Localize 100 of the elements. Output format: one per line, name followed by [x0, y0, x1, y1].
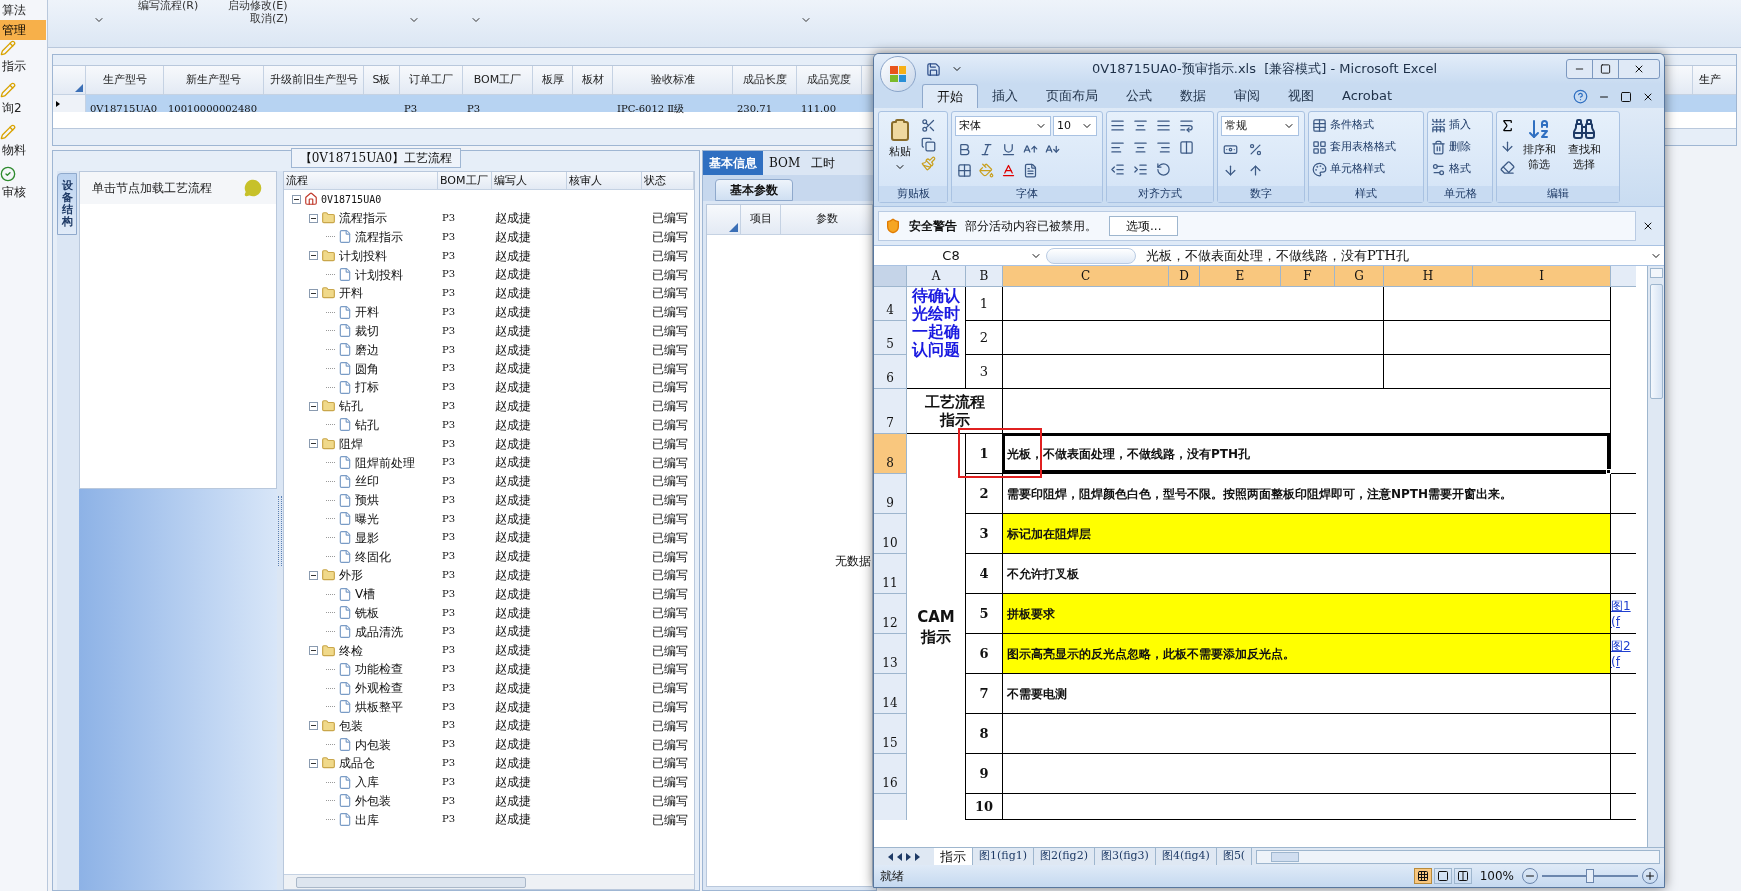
- table-cell: 赵成捷: [495, 530, 531, 545]
- table-cell: P3: [442, 343, 456, 355]
- table-cell: 赵成捷: [495, 361, 531, 376]
- table-cell-text: 已编写: [652, 623, 688, 641]
- table-cell: P3: [442, 644, 456, 656]
- table-cell: 赵成捷: [495, 586, 531, 601]
- empty-message: 无数据: [835, 552, 871, 570]
- table-cell: P3: [442, 587, 456, 599]
- table-cell: 赵成捷: [495, 210, 531, 225]
- group-label: 对齐方式: [1107, 186, 1213, 202]
- table-cell: P3: [442, 249, 456, 261]
- table-cell: 111.00: [801, 103, 836, 114]
- table-cell: 赵成捷: [495, 511, 531, 526]
- table-cell: P3: [442, 569, 456, 581]
- table-cell: 赵成捷: [495, 323, 531, 338]
- table-cell: P3: [404, 103, 418, 114]
- table-cell: P3: [467, 103, 481, 114]
- table-cell-text: 已编写: [652, 698, 688, 716]
- table-cell: 1: [966, 287, 1003, 321]
- table-cell-text: 已编写: [652, 416, 688, 434]
- group-label: 剪贴板: [879, 186, 947, 202]
- warning-title: 安全警告: [909, 218, 957, 235]
- table-cell: 赵成捷: [495, 229, 531, 244]
- table-cell: P3: [442, 700, 456, 712]
- table-cell-text: 已编写: [652, 604, 688, 622]
- table-cell: 赵成捷: [495, 605, 531, 620]
- table-cell: 赵成捷: [495, 248, 531, 263]
- table-cell-text: 已编写: [652, 266, 688, 284]
- table-cell: IPC-6012 Ⅱ级: [617, 103, 685, 114]
- table-cell: P3: [442, 230, 456, 242]
- table-cell-text: 已编写: [652, 792, 688, 810]
- table-cell: P3: [442, 757, 456, 769]
- table-cell: P3: [442, 437, 456, 449]
- table-cell: 赵成捷: [495, 286, 531, 301]
- group-label: 编辑: [1497, 186, 1619, 202]
- table-cell-text: 已编写: [652, 492, 688, 510]
- group-label: 数字: [1218, 186, 1304, 202]
- table-cell-text: 已编写: [652, 304, 688, 322]
- table-cell: 230.71: [737, 103, 772, 114]
- table-cell: P3: [442, 531, 456, 543]
- table-cell: 赵成捷: [495, 756, 531, 771]
- table-cell-text: 已编写: [652, 717, 688, 735]
- table-cell-text: 已编写: [652, 548, 688, 566]
- table-cell-text: 已编写: [652, 529, 688, 547]
- table-cell: P3: [442, 399, 456, 411]
- window-title: 0V18715UA0-预审指示.xls [兼容模式] - Microsoft Excel: [1090, 60, 1439, 79]
- table-cell-text: 已编写: [652, 661, 688, 679]
- status-text: 就绪: [880, 868, 905, 885]
- table-cell-text: 已编写: [652, 567, 688, 585]
- table-cell: 赵成捷: [495, 662, 531, 677]
- table-cell: P3: [442, 512, 456, 524]
- table-cell: 赵成捷: [495, 737, 531, 752]
- table-cell: 赵成捷: [495, 267, 531, 282]
- table-cell: 赵成捷: [495, 304, 531, 319]
- table-cell-text: 已编写: [652, 322, 688, 340]
- section-label: 待确认光绘时一起确认问题: [907, 287, 966, 389]
- table-cell: 赵成捷: [495, 812, 531, 827]
- table-cell-text: 已编写: [652, 811, 688, 829]
- table-cell: P3: [442, 305, 456, 317]
- table-cell: 赵成捷: [495, 774, 531, 789]
- table-cell-text: 已编写: [652, 247, 688, 265]
- table-cell: 赵成捷: [495, 492, 531, 507]
- table-cell: 赵成捷: [495, 380, 531, 395]
- table-cell: P3: [442, 813, 456, 825]
- table-cell: P3: [442, 211, 456, 223]
- panel-title: 【0V18715UA0】工艺流程: [290, 148, 462, 168]
- table-cell-text: 已编写: [652, 360, 688, 378]
- table-cell: P3: [442, 550, 456, 562]
- table-cell: P3: [442, 418, 456, 430]
- table-cell: P3: [442, 324, 456, 336]
- warning-message: 部分活动内容已被禁用。: [965, 218, 1097, 235]
- table-cell-text: 已编写: [652, 774, 688, 792]
- table-cell: 1: [966, 434, 1003, 474]
- table-cell: 赵成捷: [495, 436, 531, 451]
- table-cell-text: 已编写: [652, 285, 688, 303]
- table-cell: 赵成捷: [495, 718, 531, 733]
- table-cell: P3: [442, 268, 456, 280]
- table-cell: P3: [442, 775, 456, 787]
- table-cell: 10010000002480: [168, 103, 258, 114]
- section-label: CAM指示: [907, 434, 966, 820]
- table-cell: P3: [442, 456, 456, 468]
- table-cell: 赵成捷: [495, 549, 531, 564]
- table-cell: 0V18715UA0: [90, 103, 158, 114]
- table-cell: 赵成捷: [495, 398, 531, 413]
- zoom-level: 100%: [1479, 868, 1514, 885]
- table-cell-text: 已编写: [652, 341, 688, 359]
- table-cell: P3: [442, 362, 456, 374]
- table-cell-text: 已编写: [652, 510, 688, 528]
- table-cell: P3: [442, 287, 456, 299]
- table-cell-text: 已编写: [652, 642, 688, 660]
- table-cell-text: 已编写: [652, 229, 688, 246]
- table-cell: 赵成捷: [495, 455, 531, 470]
- table-cell: P3: [442, 606, 456, 618]
- table-cell: 赵成捷: [495, 568, 531, 583]
- group-label: 单元格: [1428, 186, 1492, 202]
- table-cell: P3: [442, 681, 456, 693]
- table-cell: 赵成捷: [495, 417, 531, 432]
- table-cell-text: 已编写: [652, 755, 688, 773]
- table-cell: 赵成捷: [495, 474, 531, 489]
- table-cell: 赵成捷: [495, 643, 531, 658]
